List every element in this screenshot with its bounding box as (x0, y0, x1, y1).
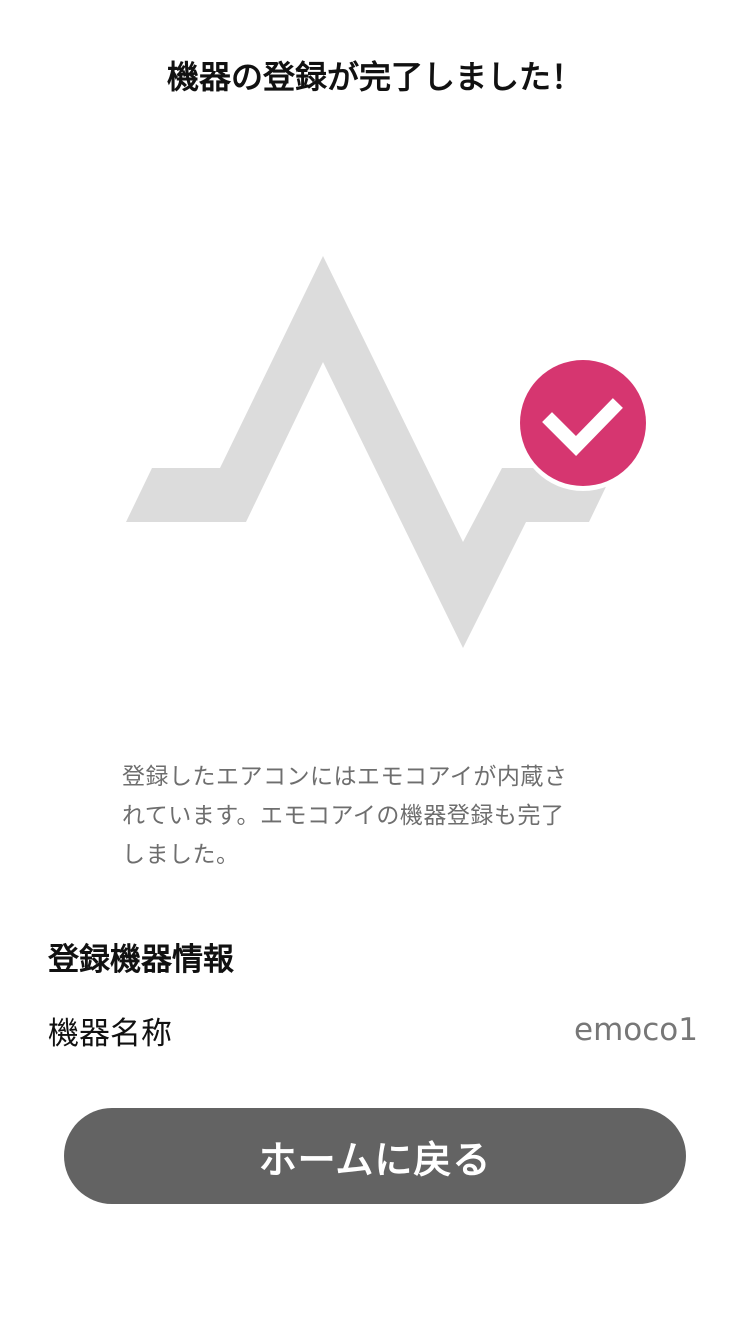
device-info-heading: 登録機器情報 (48, 942, 234, 978)
description-line: しました。 (122, 842, 240, 868)
back-to-home-button[interactable]: ホームに戻る (64, 1108, 686, 1204)
device-name-value: emoco1 (574, 1012, 698, 1048)
pulse-wave-icon (126, 256, 649, 648)
registration-complete-illustration (0, 240, 750, 660)
device-name-row: 機器名称 emoco1 (48, 1004, 698, 1056)
completion-description: 登録したエアコンにはエモコアイが内蔵さ れています。エモコアイの機器登録も完了 … (122, 758, 622, 875)
page-title: 機器の登録が完了しました！ (166, 58, 583, 96)
checkmark-badge (517, 359, 649, 491)
description-line: れています。エモコアイの機器登録も完了 (122, 803, 565, 829)
device-name-label: 機器名称 (48, 1015, 172, 1052)
description-line: 登録したエアコンにはエモコアイが内蔵さ (122, 764, 568, 790)
